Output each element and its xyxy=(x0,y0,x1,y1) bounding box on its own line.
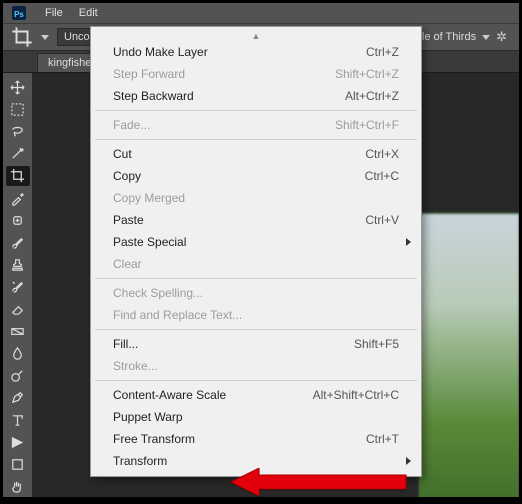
menu-separator xyxy=(95,139,417,140)
gradient-tool-icon[interactable] xyxy=(6,321,30,341)
menu-item[interactable]: Step BackwardAlt+Ctrl+Z xyxy=(93,85,419,107)
wand-tool-icon[interactable] xyxy=(6,144,30,164)
menu-item: Clear xyxy=(93,253,419,275)
menu-item-shortcut: Alt+Shift+Ctrl+C xyxy=(313,388,399,402)
edit-menu-dropdown: ▲ Undo Make LayerCtrl+ZStep ForwardShift… xyxy=(90,26,422,477)
menu-item[interactable]: Paste Special xyxy=(93,231,419,253)
menu-separator xyxy=(95,380,417,381)
menu-item-shortcut: Shift+F5 xyxy=(354,337,399,351)
menu-item-shortcut: Alt+Ctrl+Z xyxy=(345,89,399,103)
type-tool-icon[interactable] xyxy=(6,410,30,430)
menu-item-label: Transform xyxy=(113,454,399,468)
menu-item[interactable]: Puppet Warp xyxy=(93,406,419,428)
menu-item-shortcut: Ctrl+C xyxy=(365,169,399,183)
crop-tool-icon[interactable] xyxy=(6,166,30,186)
menu-item[interactable]: Free TransformCtrl+T xyxy=(93,428,419,450)
menu-item-label: Paste Special xyxy=(113,235,399,249)
brush-tool-icon[interactable] xyxy=(6,232,30,252)
stamp-tool-icon[interactable] xyxy=(6,255,30,275)
menu-separator xyxy=(95,278,417,279)
eraser-tool-icon[interactable] xyxy=(6,299,30,319)
menu-item-label: Step Forward xyxy=(113,67,335,81)
tools-panel xyxy=(3,73,33,497)
menu-item-label: Fade... xyxy=(113,118,335,132)
menu-item-label: Paste xyxy=(113,213,365,227)
lasso-tool-icon[interactable] xyxy=(6,121,30,141)
menu-item[interactable]: PasteCtrl+V xyxy=(93,209,419,231)
photoshop-logo-icon: Ps xyxy=(9,3,29,23)
menu-item-shortcut: Ctrl+Z xyxy=(366,45,399,59)
menu-item-label: Step Backward xyxy=(113,89,345,103)
menu-item: Check Spelling... xyxy=(93,282,419,304)
menu-item-label: Free Transform xyxy=(113,432,366,446)
marquee-tool-icon[interactable] xyxy=(6,99,30,119)
menu-item[interactable]: Undo Make LayerCtrl+Z xyxy=(93,41,419,63)
menu-item-label: Content-Aware Scale xyxy=(113,388,313,402)
svg-text:Ps: Ps xyxy=(14,10,24,19)
hand-tool-icon[interactable] xyxy=(6,477,30,497)
menu-item-shortcut: Shift+Ctrl+Z xyxy=(335,67,399,81)
menu-item-label: Undo Make Layer xyxy=(113,45,366,59)
menu-item[interactable]: Fill...Shift+F5 xyxy=(93,333,419,355)
eyedropper-tool-icon[interactable] xyxy=(6,188,30,208)
dodge-tool-icon[interactable] xyxy=(6,366,30,386)
menu-item: Step ForwardShift+Ctrl+Z xyxy=(93,63,419,85)
menu-item-label: Fill... xyxy=(113,337,354,351)
chevron-down-icon[interactable] xyxy=(482,35,490,40)
menu-item-shortcut: Ctrl+T xyxy=(366,432,399,446)
gear-icon[interactable]: ✲ xyxy=(496,29,507,45)
menu-item-shortcut: Ctrl+V xyxy=(365,213,399,227)
menu-item[interactable]: CopyCtrl+C xyxy=(93,165,419,187)
app-window: Ps File Edit Uncons Rule of Thirds ✲ kin… xyxy=(3,3,519,497)
menu-item-label: Cut xyxy=(113,147,365,161)
menu-separator xyxy=(95,110,417,111)
history-brush-tool-icon[interactable] xyxy=(6,277,30,297)
submenu-arrow-icon xyxy=(406,238,411,246)
menu-item-label: Stroke... xyxy=(113,359,399,373)
menu-grip-icon: ▲ xyxy=(93,31,419,41)
menu-separator xyxy=(95,329,417,330)
move-tool-icon[interactable] xyxy=(6,77,30,97)
menu-item-label: Puppet Warp xyxy=(113,410,399,424)
shape-tool-icon[interactable] xyxy=(6,454,30,474)
menu-item[interactable]: CutCtrl+X xyxy=(93,143,419,165)
crop-tool-icon[interactable] xyxy=(11,26,33,48)
blur-tool-icon[interactable] xyxy=(6,343,30,363)
chevron-down-icon[interactable] xyxy=(41,35,49,40)
document-image xyxy=(419,213,519,497)
menu-item: Find and Replace Text... xyxy=(93,304,419,326)
path-tool-icon[interactable] xyxy=(6,432,30,452)
pen-tool-icon[interactable] xyxy=(6,388,30,408)
menu-item-label: Check Spelling... xyxy=(113,286,399,300)
menu-item-shortcut: Shift+Ctrl+F xyxy=(335,118,399,132)
menu-item-label: Copy xyxy=(113,169,365,183)
menu-item[interactable]: Transform xyxy=(93,450,419,472)
menu-item-label: Clear xyxy=(113,257,399,271)
menu-edit[interactable]: Edit xyxy=(71,3,106,23)
menu-item-label: Find and Replace Text... xyxy=(113,308,399,322)
menu-file[interactable]: File xyxy=(37,3,71,23)
menu-item-label: Copy Merged xyxy=(113,191,399,205)
menu-item: Copy Merged xyxy=(93,187,419,209)
healing-tool-icon[interactable] xyxy=(6,210,30,230)
menu-item[interactable]: Content-Aware ScaleAlt+Shift+Ctrl+C xyxy=(93,384,419,406)
menu-item: Fade...Shift+Ctrl+F xyxy=(93,114,419,136)
menubar: Ps File Edit xyxy=(3,3,519,23)
menu-item: Stroke... xyxy=(93,355,419,377)
submenu-arrow-icon xyxy=(406,457,411,465)
menu-item-shortcut: Ctrl+X xyxy=(365,147,399,161)
